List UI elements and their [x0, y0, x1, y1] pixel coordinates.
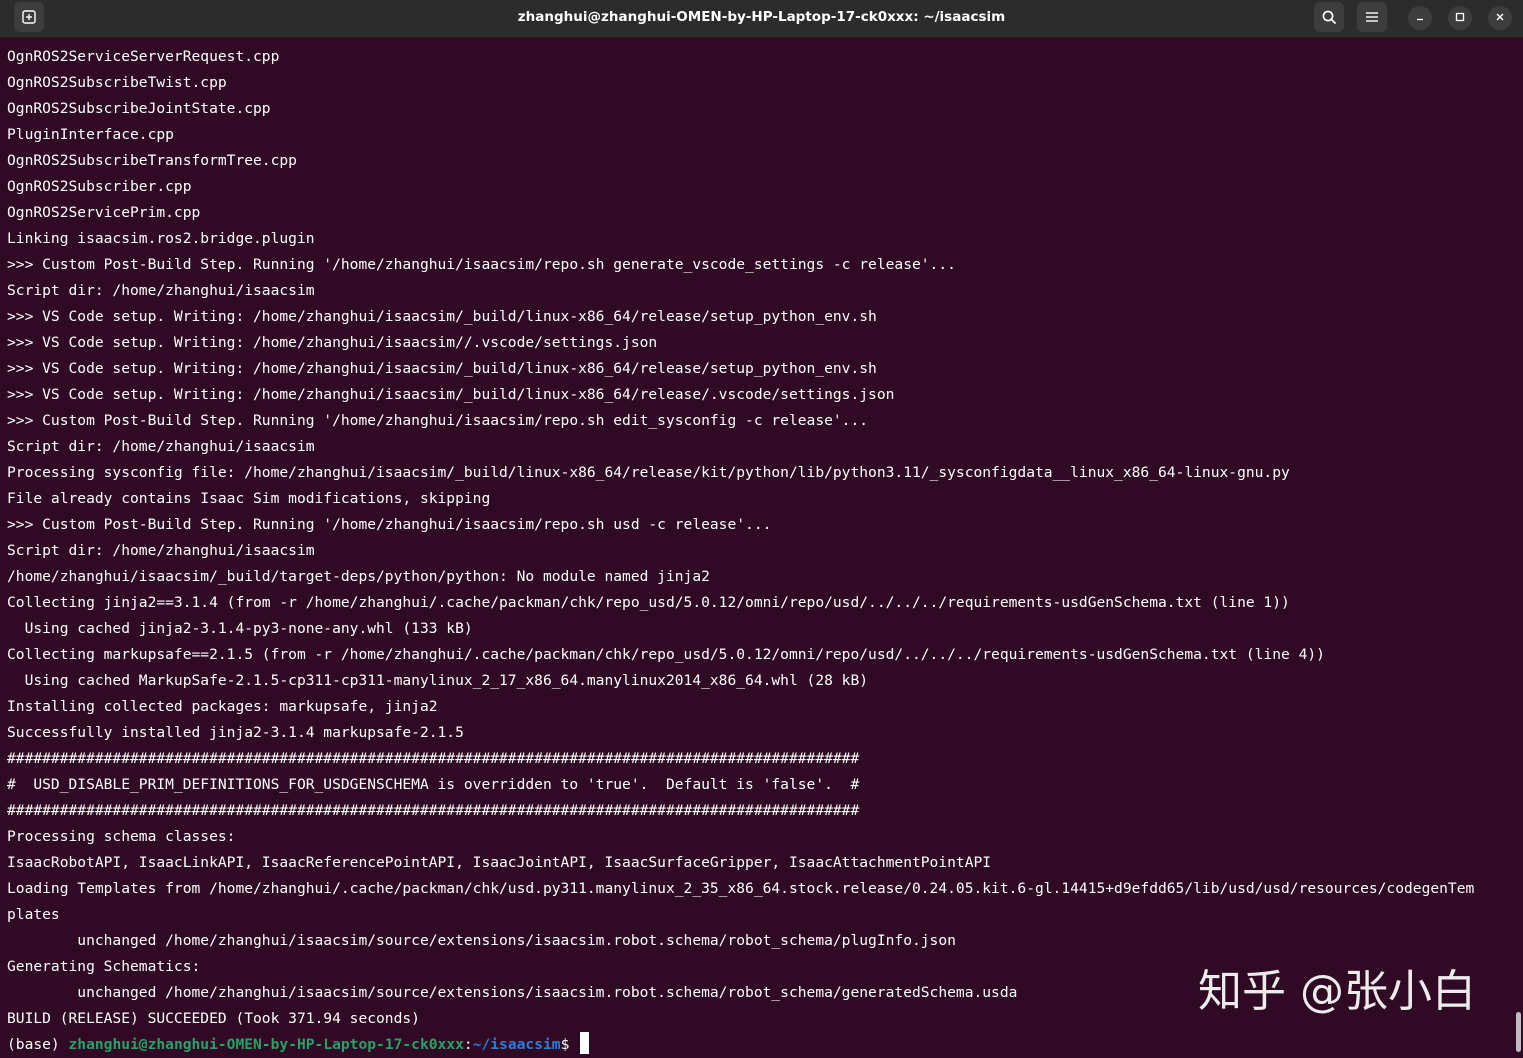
- terminal-window: zhanghui@zhanghui-OMEN-by-HP-Laptop-17-c…: [0, 0, 1523, 1058]
- terminal-line: Successfully installed jinja2-3.1.4 mark…: [7, 724, 464, 741]
- terminal-line: Collecting jinja2==3.1.4 (from -r /home/…: [7, 594, 1290, 611]
- prompt-path: ~/isaacsim: [472, 1036, 561, 1053]
- search-icon: [1321, 9, 1337, 25]
- terminal-line: OgnROS2SubscribeJointState.cpp: [7, 100, 271, 117]
- terminal-line: Processing sysconfig file: /home/zhanghu…: [7, 464, 1290, 481]
- new-tab-icon: [21, 9, 37, 25]
- terminal-line: Script dir: /home/zhanghui/isaacsim: [7, 282, 315, 299]
- terminal-line: >>> Custom Post-Build Step. Running '/ho…: [7, 412, 869, 429]
- terminal-line: Collecting markupsafe==2.1.5 (from -r /h…: [7, 646, 1325, 663]
- title-bar[interactable]: zhanghui@zhanghui-OMEN-by-HP-Laptop-17-c…: [0, 0, 1523, 38]
- new-tab-button[interactable]: [14, 2, 44, 32]
- zhihu-watermark: 知乎 @张小白: [1198, 966, 1476, 1017]
- terminal-line: Using cached jinja2-3.1.4-py3-none-any.w…: [7, 620, 473, 637]
- terminal-line: plates: [7, 906, 60, 923]
- terminal-line: Linking isaacsim.ros2.bridge.plugin: [7, 230, 315, 247]
- hamburger-menu-icon: [1365, 11, 1379, 23]
- terminal-line: PluginInterface.cpp: [7, 126, 174, 143]
- terminal-line: OgnROS2Subscriber.cpp: [7, 178, 192, 195]
- terminal-line: OgnROS2SubscribeTwist.cpp: [7, 74, 227, 91]
- terminal-output[interactable]: OgnROS2ServiceServerRequest.cpp OgnROS2S…: [7, 44, 1509, 1058]
- scrollbar-thumb[interactable]: [1516, 1012, 1521, 1052]
- maximize-icon: [1455, 9, 1465, 27]
- terminal-line: >>> Custom Post-Build Step. Running '/ho…: [7, 516, 772, 533]
- maximize-button[interactable]: [1448, 6, 1472, 30]
- terminal-line: OgnROS2SubscribeTransformTree.cpp: [7, 152, 297, 169]
- prompt-line[interactable]: (base) zhanghui@zhanghui-OMEN-by-HP-Lapt…: [7, 1032, 1509, 1058]
- terminal-line: Loading Templates from /home/zhanghui/.c…: [7, 880, 1475, 897]
- terminal-line: >>> VS Code setup. Writing: /home/zhangh…: [7, 334, 658, 351]
- terminal-line: >>> VS Code setup. Writing: /home/zhangh…: [7, 308, 877, 325]
- menu-button[interactable]: [1357, 2, 1387, 32]
- prompt-symbol: $: [560, 1036, 579, 1053]
- terminal-line: ########################################…: [7, 750, 860, 767]
- terminal-line: Script dir: /home/zhanghui/isaacsim: [7, 438, 315, 455]
- terminal-line: >>> VS Code setup. Writing: /home/zhangh…: [7, 360, 877, 377]
- terminal-line: OgnROS2ServicePrim.cpp: [7, 204, 201, 221]
- prompt-user-host: zhanghui@zhanghui-OMEN-by-HP-Laptop-17-c…: [68, 1036, 464, 1053]
- terminal-line: Script dir: /home/zhanghui/isaacsim: [7, 542, 315, 559]
- terminal-line: Using cached MarkupSafe-2.1.5-cp311-cp31…: [7, 672, 869, 689]
- terminal-line: Processing schema classes:: [7, 828, 236, 845]
- terminal-line: >>> VS Code setup. Writing: /home/zhangh…: [7, 386, 895, 403]
- minimize-button[interactable]: [1408, 6, 1432, 30]
- terminal-line: Installing collected packages: markupsaf…: [7, 698, 438, 715]
- terminal-line: ########################################…: [7, 802, 860, 819]
- terminal-line: unchanged /home/zhanghui/isaacsim/source…: [7, 932, 956, 949]
- window-title: zhanghui@zhanghui-OMEN-by-HP-Laptop-17-c…: [517, 9, 1006, 25]
- terminal-line: >>> Custom Post-Build Step. Running '/ho…: [7, 256, 956, 273]
- minimize-icon: [1415, 9, 1425, 27]
- terminal-line: /home/zhanghui/isaacsim/_build/target-de…: [7, 568, 710, 585]
- terminal-line: File already contains Isaac Sim modifica…: [7, 490, 491, 507]
- text-cursor: [580, 1032, 590, 1054]
- terminal-line: OgnROS2ServiceServerRequest.cpp: [7, 48, 280, 65]
- prompt-env: (base): [7, 1036, 69, 1053]
- prompt-separator: :: [463, 1036, 473, 1053]
- search-button[interactable]: [1314, 2, 1344, 32]
- terminal-line: IsaacRobotAPI, IsaacLinkAPI, IsaacRefere…: [7, 854, 992, 871]
- terminal-line: # USD_DISABLE_PRIM_DEFINITIONS_FOR_USDGE…: [7, 776, 860, 793]
- close-icon: [1495, 9, 1505, 27]
- close-button[interactable]: [1488, 6, 1512, 30]
